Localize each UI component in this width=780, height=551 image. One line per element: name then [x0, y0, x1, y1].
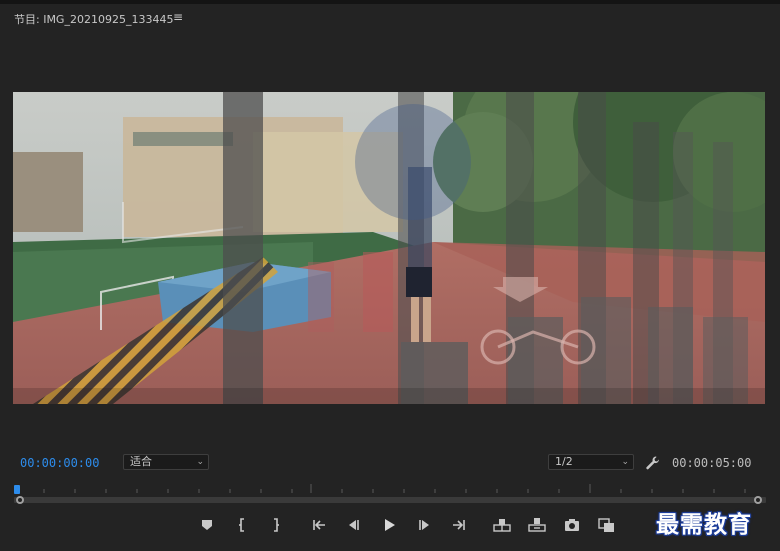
playhead[interactable]	[14, 485, 20, 494]
playback-resolution-value: 1/2	[555, 455, 573, 468]
scrub-bar[interactable]	[14, 497, 766, 503]
video-preview	[13, 92, 765, 404]
zoom-fit-dropdown[interactable]: 适合 ⌄	[123, 454, 209, 470]
chevron-down-icon: ⌄	[621, 457, 629, 467]
current-timecode[interactable]: 00:00:00:00	[20, 456, 99, 470]
duration-timecode: 00:00:05:00	[672, 456, 752, 470]
hamburger-icon[interactable]: ≡	[173, 10, 183, 24]
zoom-fit-value: 适合	[130, 455, 152, 468]
out-point-handle[interactable]	[754, 496, 762, 504]
go-to-out-icon[interactable]	[449, 516, 467, 534]
mark-in-icon[interactable]	[234, 516, 252, 534]
program-monitor-title[interactable]: 节目: IMG_20210925_133445	[14, 11, 173, 27]
chevron-down-icon: ⌄	[196, 457, 204, 467]
go-to-in-icon[interactable]	[311, 516, 329, 534]
panel-top-border	[0, 0, 780, 4]
mark-out-icon[interactable]	[266, 516, 284, 534]
time-ruler[interactable]	[14, 480, 766, 504]
compare-view-icon[interactable]	[597, 516, 615, 534]
add-marker-icon[interactable]	[198, 516, 216, 534]
step-back-icon[interactable]	[345, 516, 363, 534]
lift-icon[interactable]	[492, 516, 511, 534]
in-point-handle[interactable]	[16, 496, 24, 504]
playback-resolution-dropdown[interactable]: 1/2 ⌄	[548, 454, 634, 470]
watermark-logo: 最需教育	[656, 511, 752, 538]
step-forward-icon[interactable]	[415, 516, 433, 534]
export-frame-icon[interactable]	[563, 516, 581, 534]
extract-icon[interactable]	[527, 516, 546, 534]
play-icon[interactable]	[380, 516, 398, 534]
wrench-icon[interactable]	[645, 455, 661, 471]
